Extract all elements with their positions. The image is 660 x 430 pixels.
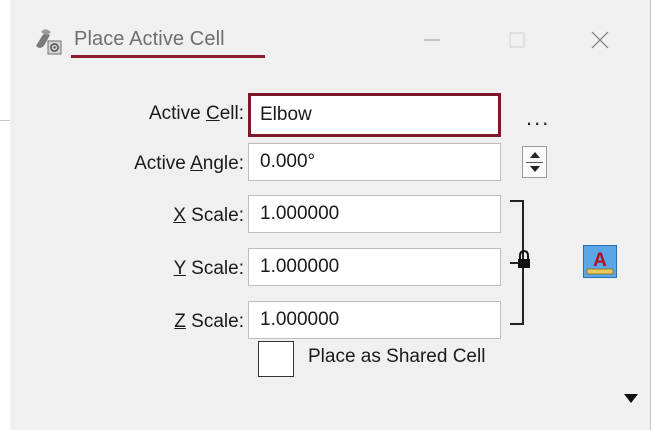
title-underline [71,55,265,58]
window-title: Place Active Cell [74,28,225,50]
minimize-icon[interactable] [410,20,454,60]
background-divider [0,120,10,121]
y-scale-input[interactable]: 1.000000 [248,248,501,286]
background-window [0,0,10,430]
active-angle-value: 0.000° [260,151,316,172]
y-scale-label: Y Scale: [173,258,244,279]
active-angle-label: Active Angle: [134,153,244,174]
text-style-icon[interactable]: A [583,245,617,278]
title-bar[interactable]: Place Active Cell [10,0,650,72]
z-scale-input[interactable]: 1.000000 [248,301,501,339]
y-scale-value: 1.000000 [260,256,340,277]
maximize-icon[interactable] [495,20,539,60]
svg-text:A: A [593,250,607,271]
place-cell-tool-icon [36,29,62,55]
scale-lock-icon[interactable] [510,200,540,330]
spinner-divider [526,162,543,163]
x-scale-label: X Scale: [173,205,244,226]
z-scale-label: Z Scale: [174,311,244,332]
spin-up-icon[interactable] [530,152,540,158]
place-active-cell-dialog: Place Active Cell Active Cell: Elbow ...… [10,0,651,430]
active-cell-label: Active Cell: [148,103,244,124]
angle-spinner[interactable] [522,146,547,178]
x-scale-input[interactable]: 1.000000 [248,195,501,233]
browse-cells-button[interactable]: ... [526,105,550,131]
active-cell-input[interactable]: Elbow [248,93,501,137]
shared-cell-label: Place as Shared Cell [308,346,486,367]
shared-cell-checkbox[interactable] [258,341,294,377]
spin-down-icon[interactable] [530,166,540,172]
expand-dialog-icon[interactable] [624,394,638,403]
active-angle-input[interactable]: 0.000° [248,143,501,181]
active-cell-value: Elbow [260,104,312,125]
x-scale-value: 1.000000 [260,203,340,224]
z-scale-value: 1.000000 [260,309,340,330]
close-icon[interactable] [578,20,622,60]
